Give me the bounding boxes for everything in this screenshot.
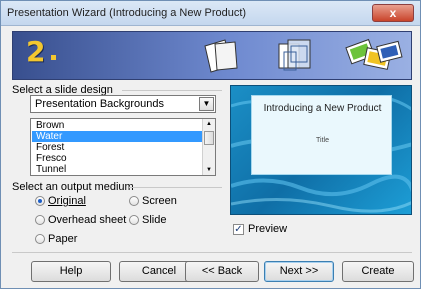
wizard-window: Presentation Wizard (Introducing a New P… [0, 0, 421, 289]
radio-paper-label[interactable]: Paper [48, 233, 77, 245]
slide-frames-icon [278, 39, 311, 71]
radio-slide[interactable] [129, 215, 139, 225]
design-list[interactable]: Brown Water Forest Fresco Tunnel ▲ ▼ [30, 118, 216, 176]
next-button[interactable]: Next >> [264, 261, 334, 282]
list-item-fresco[interactable]: Fresco [32, 153, 202, 164]
window-title: Presentation Wizard (Introducing a New P… [7, 7, 247, 19]
preview-slide: Introducing a New Product Title [251, 95, 392, 175]
close-button[interactable]: x [372, 4, 414, 22]
step-number: 2 [26, 35, 46, 68]
list-scrollbar[interactable]: ▲ ▼ [202, 119, 215, 175]
scroll-thumb[interactable] [204, 131, 214, 145]
chevron-down-icon[interactable]: ▼ [199, 97, 214, 111]
cancel-button-label: Cancel [141, 265, 177, 277]
list-item-forest[interactable]: Forest [32, 142, 202, 153]
radio-screen[interactable] [129, 196, 139, 206]
slide-preview: Introducing a New Product Title [230, 85, 412, 215]
list-item-brown[interactable]: Brown [32, 120, 202, 131]
scroll-down-icon[interactable]: ▼ [203, 165, 215, 175]
wizard-banner: 2 [12, 31, 412, 80]
help-button-label: Help [59, 265, 83, 277]
design-dropdown[interactable]: Presentation Backgrounds ▼ [30, 95, 216, 113]
radio-paper[interactable] [35, 234, 45, 244]
section-divider [122, 90, 222, 91]
preview-slide-title: Introducing a New Product [263, 103, 382, 114]
radio-screen-label[interactable]: Screen [142, 195, 177, 207]
list-item-water[interactable]: Water [32, 131, 202, 142]
radio-slide-label[interactable]: Slide [142, 214, 166, 226]
blank-pages-icon [204, 39, 238, 73]
radio-original-label[interactable]: Original [48, 195, 86, 207]
help-button[interactable]: Help [31, 261, 111, 282]
next-button-label: Next >> [279, 265, 319, 277]
preview-slide-subtitle: Title [316, 137, 329, 144]
back-button-label: << Back [201, 265, 243, 277]
preview-checkbox[interactable]: ✓ [233, 224, 244, 235]
create-button[interactable]: Create [342, 261, 414, 282]
back-button[interactable]: << Back [185, 261, 259, 282]
list-item-tunnel[interactable]: Tunnel [32, 164, 202, 175]
radio-original[interactable] [35, 196, 45, 206]
dropdown-value: Presentation Backgrounds [35, 98, 165, 110]
button-row-divider [12, 252, 412, 253]
output-medium-section-label: Select an output medium [12, 181, 134, 193]
title-bar[interactable]: Presentation Wizard (Introducing a New P… [1, 1, 420, 26]
scroll-up-icon[interactable]: ▲ [203, 119, 215, 129]
preview-checkbox-label[interactable]: Preview [248, 223, 287, 235]
section-divider [129, 187, 222, 188]
radio-overhead-sheet-label[interactable]: Overhead sheet [48, 214, 126, 226]
colored-cards-icon [345, 38, 403, 70]
step-dot [51, 55, 56, 60]
radio-overhead-sheet[interactable] [35, 215, 45, 225]
create-button-label: Create [361, 265, 395, 277]
